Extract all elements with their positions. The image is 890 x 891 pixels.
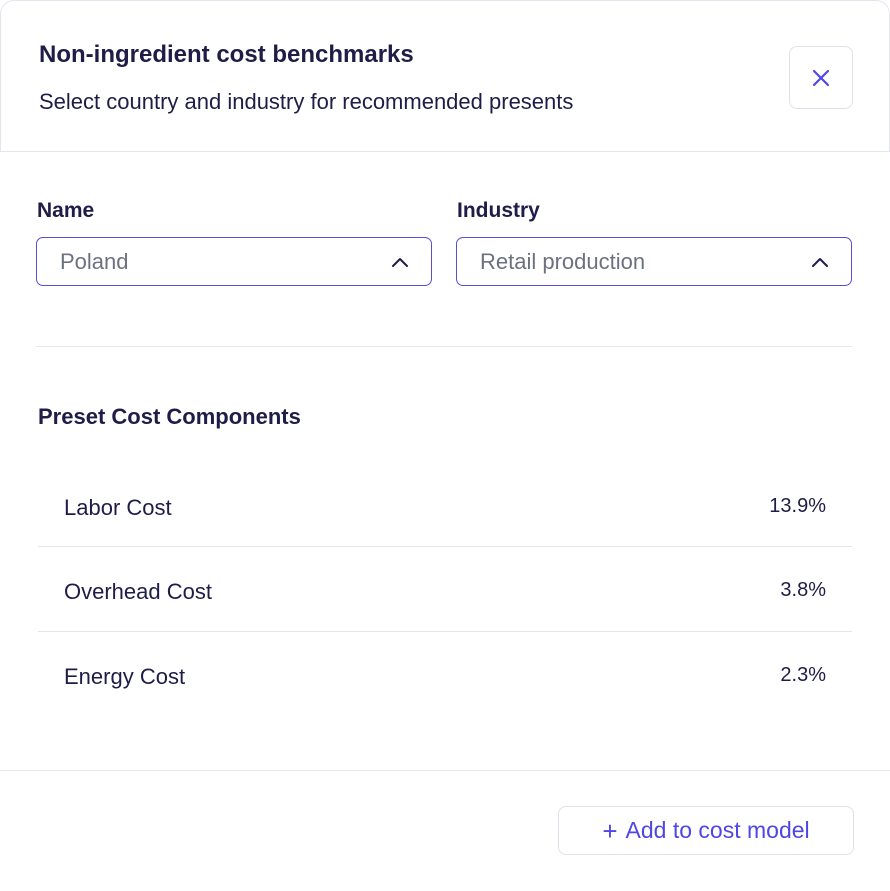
add-to-cost-model-label: Add to cost model [625,817,810,843]
dialog-header: Non-ingredient cost benchmarks Select co… [0,0,890,152]
cost-component-name: Overhead Cost [64,579,212,604]
cost-component-value: 2.3% [780,664,826,686]
add-to-cost-model-button[interactable]: + Add to cost model [558,806,854,855]
cost-component-row: Overhead Cost 3.8% [38,579,852,664]
preset-section-title: Preset Cost Components [38,404,301,429]
chevron-up-icon [392,258,408,267]
dialog-title: Non-ingredient cost benchmarks [39,41,414,68]
close-icon [812,69,830,86]
cost-component-value: 3.8% [780,579,826,601]
name-select[interactable]: Poland [36,237,432,286]
cost-component-name: Labor Cost [64,495,172,520]
row-divider [38,546,852,547]
cost-component-value: 13.9% [769,495,826,517]
industry-select-value: Retail production [480,249,646,274]
cost-component-row: Energy Cost 2.3% [38,664,852,749]
name-select-value: Poland [60,249,129,274]
dialog-subtitle: Select country and industry for recommen… [39,89,574,114]
section-divider [36,346,852,347]
cost-component-name: Energy Cost [64,664,186,689]
cost-benchmarks-dialog: Non-ingredient cost benchmarks Select co… [0,0,890,891]
row-divider [38,631,852,632]
close-button[interactable] [789,46,853,109]
name-label: Name [37,199,95,222]
footer-divider [0,770,890,771]
industry-label: Industry [457,199,540,222]
cost-component-row: Labor Cost 13.9% [38,495,852,580]
industry-select[interactable]: Retail production [456,237,852,286]
chevron-up-icon [812,258,828,267]
plus-icon: + [602,815,618,846]
